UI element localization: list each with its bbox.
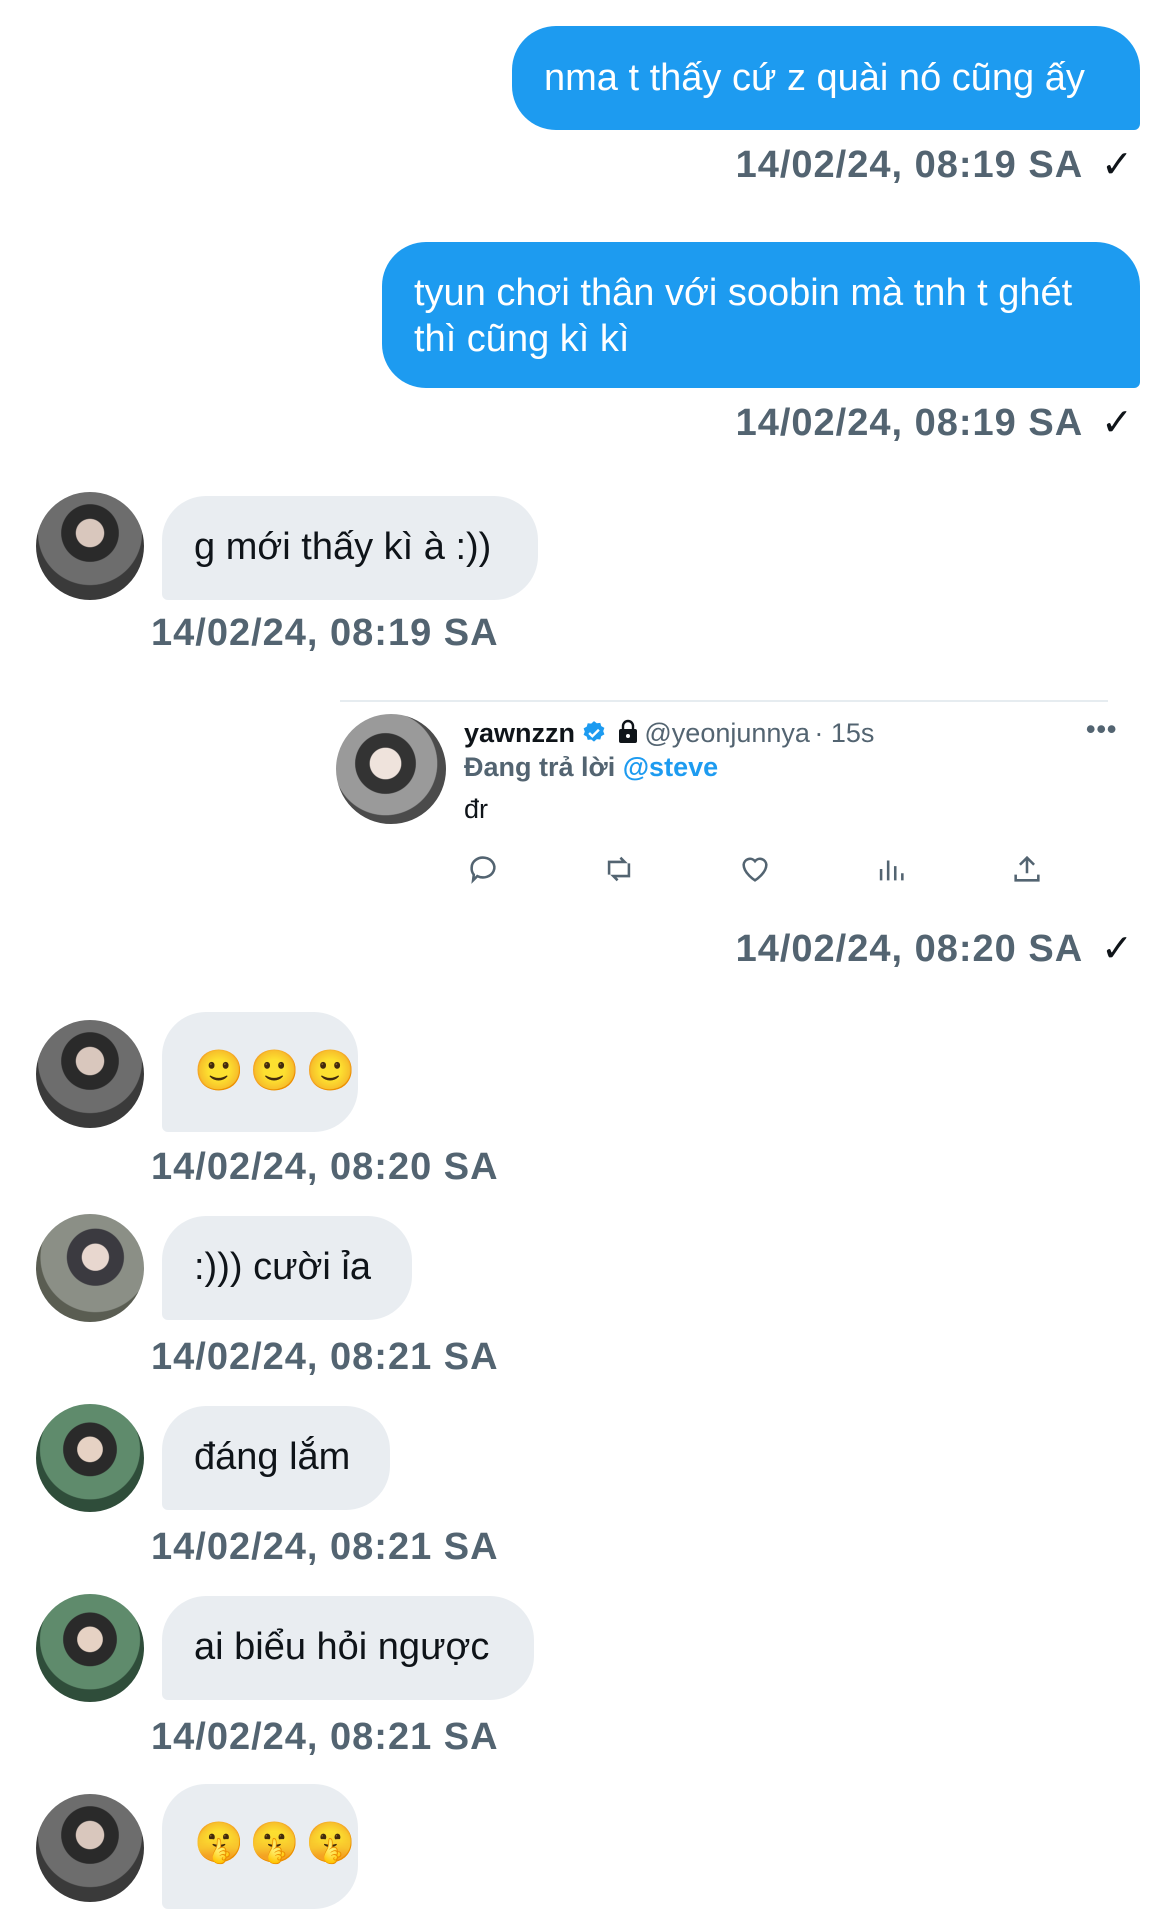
- message-text: 🙂🙂🙂: [194, 1048, 362, 1094]
- shared-tweet-card[interactable]: yawnzzn @yeonjunnya · 15s ••• Đang trả l…: [336, 700, 1116, 891]
- message-timestamp: 14/02/24, 08:20 SA: [151, 1146, 499, 1189]
- sender-avatar[interactable]: [36, 1404, 144, 1512]
- message-timestamp: 14/02/24, 08:21 SA: [151, 1526, 499, 1569]
- timestamp-text: 14/02/24, 08:21 SA: [151, 1716, 499, 1758]
- message-text: nma t thấy cứ z quài nó cũng ấy: [544, 57, 1085, 99]
- replying-to-line: Đang trả lời @steve: [464, 752, 718, 783]
- sender-avatar[interactable]: [36, 1794, 144, 1902]
- incoming-message-bubble[interactable]: g mới thấy kì à :)): [162, 496, 538, 600]
- message-timestamp: 14/02/24, 08:21 SA: [151, 1716, 499, 1759]
- verified-badge-icon: [584, 721, 605, 742]
- incoming-message-bubble[interactable]: ai biểu hỏi ngược: [162, 1596, 534, 1700]
- timestamp-text: 14/02/24, 08:21 SA: [151, 1336, 499, 1378]
- sent-check-icon: ✓: [1101, 144, 1134, 186]
- message-text: 🤫🤫🤫: [194, 1820, 362, 1866]
- tweet-header: yawnzzn @yeonjunnya · 15s: [464, 718, 874, 749]
- replying-prefix: Đang trả lời: [464, 752, 616, 782]
- incoming-message-bubble[interactable]: :))) cười ỉa: [162, 1216, 412, 1320]
- message-timestamp: 14/02/24, 08:19 SA ✓: [736, 142, 1134, 187]
- tweet-handle[interactable]: @yeonjunnya: [644, 718, 810, 748]
- outgoing-message-bubble[interactable]: nma t thấy cứ z quài nó cũng ấy: [512, 26, 1140, 130]
- message-timestamp: 14/02/24, 08:20 SA ✓: [736, 926, 1134, 971]
- retweet-icon[interactable]: [602, 852, 636, 891]
- sender-avatar[interactable]: [36, 1214, 144, 1322]
- timestamp-text: 14/02/24, 08:21 SA: [151, 1526, 499, 1568]
- outgoing-message-bubble[interactable]: tyun chơi thân với soobin mà tnh t ghét …: [382, 242, 1140, 388]
- sent-check-icon: ✓: [1101, 402, 1134, 444]
- reply-icon[interactable]: [466, 852, 500, 891]
- lock-icon: [618, 719, 637, 743]
- message-text: g mới thấy kì à :)): [194, 526, 492, 568]
- timestamp-text: 14/02/24, 08:19 SA: [735, 402, 1084, 444]
- incoming-message-bubble[interactable]: 🙂🙂🙂: [162, 1012, 358, 1132]
- message-timestamp: 14/02/24, 08:19 SA ✓: [736, 400, 1134, 445]
- sender-avatar[interactable]: [36, 492, 144, 600]
- more-options-icon[interactable]: •••: [1086, 714, 1117, 745]
- message-timestamp: 14/02/24, 08:21 SA: [151, 1336, 499, 1379]
- message-text: ai biểu hỏi ngược: [194, 1626, 490, 1668]
- tweet-body: đr: [464, 794, 489, 824]
- tweet-time: · 15s: [814, 718, 875, 748]
- message-text: tyun chơi thân với soobin mà tnh t ghét …: [414, 272, 1073, 360]
- message-text: đáng lắm: [194, 1436, 351, 1478]
- message-timestamp: 14/02/24, 08:19 SA: [151, 612, 499, 655]
- tweet-author-name[interactable]: yawnzzn: [464, 718, 575, 748]
- incoming-message-bubble[interactable]: 🤫🤫🤫: [162, 1784, 358, 1909]
- timestamp-text: 14/02/24, 08:20 SA: [735, 928, 1084, 970]
- sent-check-icon: ✓: [1101, 928, 1134, 970]
- share-icon[interactable]: [1010, 852, 1044, 891]
- timestamp-text: 14/02/24, 08:19 SA: [735, 144, 1084, 186]
- views-chart-icon[interactable]: [874, 852, 908, 891]
- sender-avatar[interactable]: [36, 1594, 144, 1702]
- timestamp-text: 14/02/24, 08:19 SA: [151, 612, 499, 654]
- message-text: :))) cười ỉa: [194, 1246, 372, 1288]
- divider: [340, 700, 1108, 702]
- timestamp-text: 14/02/24, 08:20 SA: [151, 1146, 499, 1188]
- like-heart-icon[interactable]: [738, 852, 772, 891]
- sender-avatar[interactable]: [36, 1020, 144, 1128]
- tweet-author-avatar[interactable]: [336, 714, 446, 824]
- replying-mention-link[interactable]: @steve: [623, 752, 718, 782]
- incoming-message-bubble[interactable]: đáng lắm: [162, 1406, 390, 1510]
